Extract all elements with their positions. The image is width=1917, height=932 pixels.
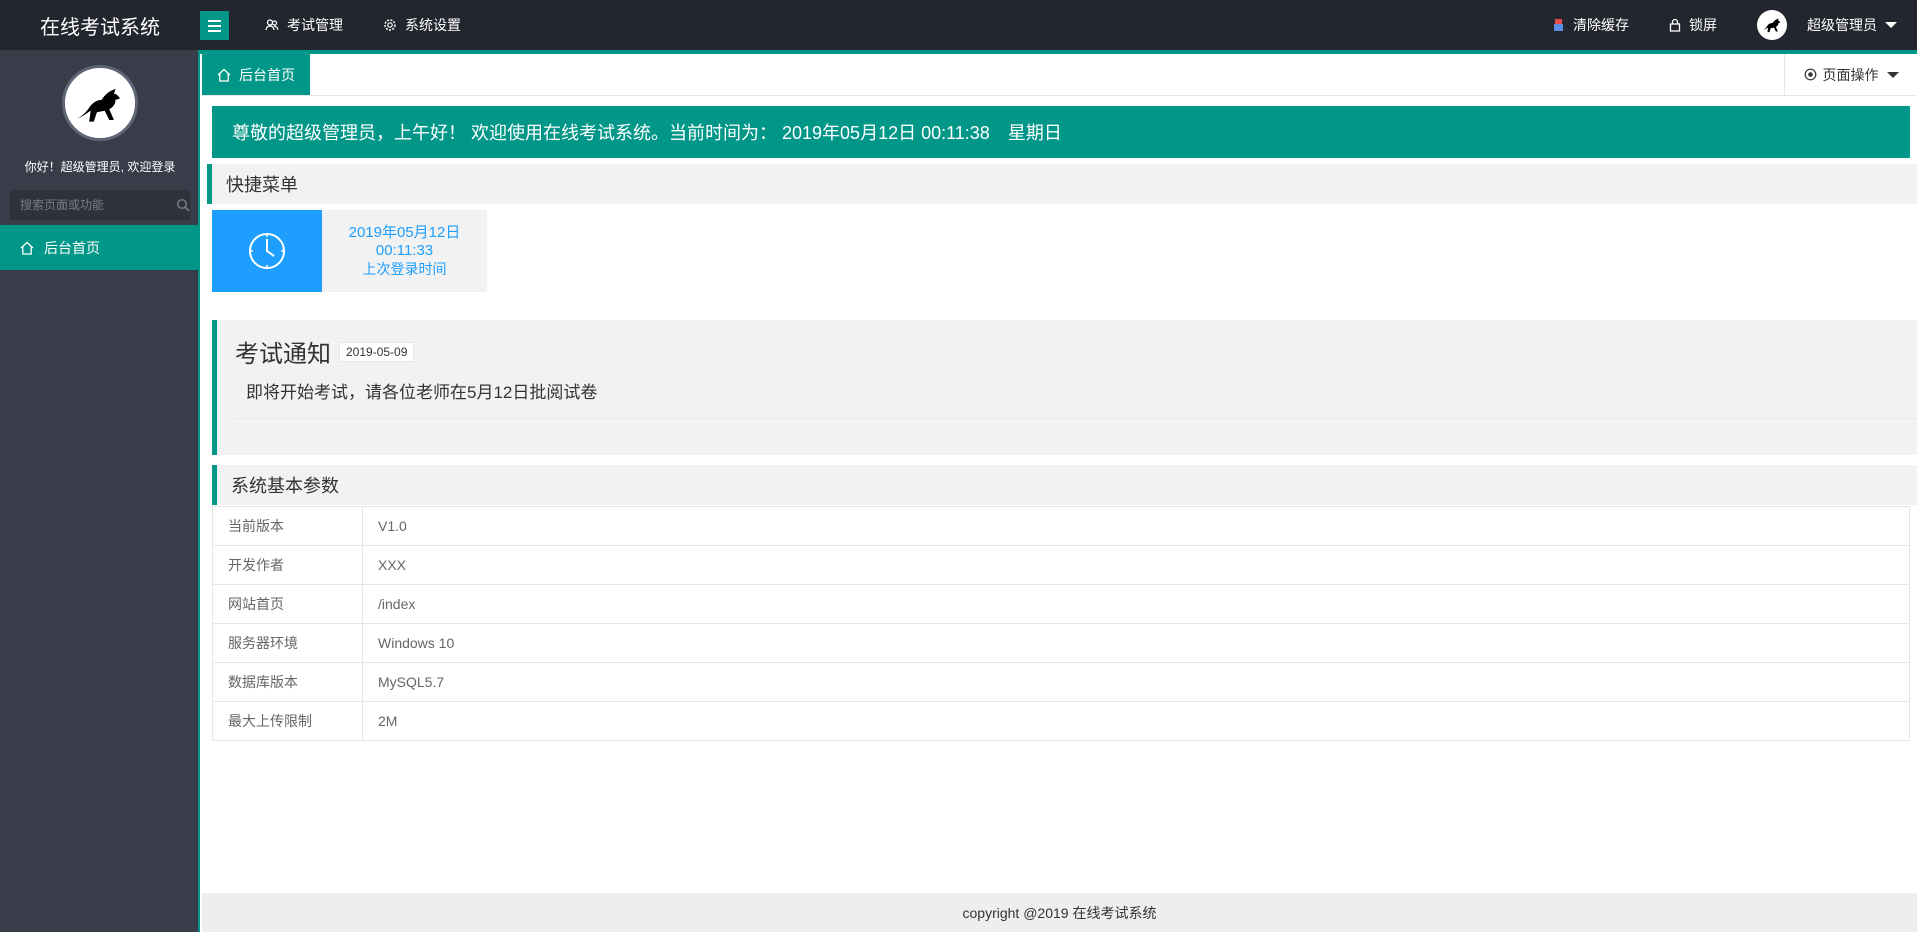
page-operations-dropdown[interactable]: 页面操作 <box>1784 54 1917 95</box>
notice-divider <box>235 418 1917 419</box>
table-row: 当前版本 V1.0 <box>212 506 1910 546</box>
param-key: 数据库版本 <box>212 662 363 702</box>
horse-avatar-icon <box>1762 18 1781 33</box>
notice-heading: 考试通知 2019-05-09 <box>235 334 415 369</box>
users-icon <box>265 19 279 31</box>
topnav-system-settings[interactable]: 系统设置 <box>383 15 461 35</box>
param-value: MySQL5.7 <box>362 662 1910 702</box>
param-value: 2M <box>362 701 1910 741</box>
exam-notice: 考试通知 2019-05-09 即将开始考试，请各位老师在5月12日批阅试卷 <box>212 320 1917 455</box>
lock-screen-button[interactable]: 锁屏 <box>1669 15 1717 35</box>
quick-menu-title: 快捷菜单 <box>207 164 1917 204</box>
last-login-label: 上次登录时间 <box>362 260 447 277</box>
clock-icon <box>249 233 285 269</box>
sidebar-avatar[interactable] <box>62 65 138 141</box>
last-login-time: 00:11:33 <box>375 241 434 259</box>
user-avatar <box>1757 10 1787 40</box>
last-login-date: 2019年05月12日 <box>348 223 461 241</box>
topnav-exam-management-label: 考试管理 <box>287 17 343 33</box>
menu-toggle-button[interactable] <box>200 11 229 40</box>
param-value: V1.0 <box>362 506 1910 546</box>
broom-icon <box>1554 19 1563 31</box>
table-row: 开发作者 XXX <box>212 545 1910 585</box>
chevron-down-icon <box>1886 71 1899 78</box>
param-key: 最大上传限制 <box>212 701 363 741</box>
system-params-title: 系统基本参数 <box>212 465 1917 505</box>
tab-bar: 后台首页 页面操作 <box>202 54 1917 96</box>
user-name: 超级管理员 <box>1807 17 1877 33</box>
tab-home-label: 后台首页 <box>239 66 295 83</box>
param-value: XXX <box>362 545 1910 585</box>
app-logo-title: 在线考试系统 <box>40 16 160 39</box>
clear-cache-label: 清除缓存 <box>1573 17 1629 33</box>
lock-icon <box>1669 18 1681 32</box>
sidebar: 你好！超级管理员, 欢迎登录 后台首页 <box>0 50 200 932</box>
target-icon <box>1804 68 1816 81</box>
param-key: 开发作者 <box>212 545 363 585</box>
header-right-tools: 清除缓存 锁屏 超级管理员 <box>1552 0 1917 50</box>
table-row: 网站首页/index <box>212 584 1910 624</box>
page-operations-label: 页面操作 <box>1822 66 1879 83</box>
topnav-system-settings-label: 系统设置 <box>405 17 461 33</box>
hamburger-icon <box>208 19 221 22</box>
sidebar-search-input[interactable] <box>10 190 175 220</box>
tab-home[interactable]: 后台首页 <box>202 54 310 95</box>
welcome-banner: 尊敬的超级管理员，上午好！ 欢迎使用在线考试系统。当前时间为： 2019年05月… <box>212 106 1910 158</box>
lock-screen-label: 锁屏 <box>1689 17 1717 33</box>
footer-copyright: copyright @2019 在线考试系统 <box>202 893 1917 932</box>
param-key: 网站首页 <box>212 584 363 624</box>
chevron-down-icon <box>1885 22 1897 28</box>
notice-title: 考试通知 <box>235 341 331 368</box>
gear-icon <box>384 19 396 31</box>
horse-logo-icon <box>76 89 121 122</box>
topnav-exam-management[interactable]: 考试管理 <box>265 15 343 35</box>
param-value: Windows 10 <box>362 623 1910 663</box>
system-params-table: 当前版本 V1.0 开发作者 XXX 网站首页/index 服务器环境 Windows… <box>212 506 1910 741</box>
table-row: 服务器环境 Windows 10 <box>212 623 1910 663</box>
notice-date-badge: 2019-05-09 <box>339 341 415 362</box>
param-value: /index <box>362 584 1910 624</box>
home-icon <box>20 241 34 255</box>
clear-cache-button[interactable]: 清除缓存 <box>1552 15 1629 35</box>
table-row: 最大上传限制 2M <box>212 701 1910 741</box>
sidebar-item-home-label: 后台首页 <box>44 239 100 256</box>
table-row: 数据库版本 MySQL5.7 <box>212 662 1910 702</box>
last-login-info: 2019年05月12日 00:11:33 上次登录时间 <box>322 210 487 291</box>
param-key: 服务器环境 <box>212 623 363 663</box>
top-nav: 考试管理 系统设置 <box>265 0 501 50</box>
last-login-card[interactable]: 2019年05月12日 00:11:33 上次登录时间 <box>212 210 487 292</box>
home-icon <box>217 68 231 82</box>
sidebar-item-home[interactable]: 后台首页 <box>0 225 198 270</box>
param-key: 当前版本 <box>212 506 363 546</box>
search-icon[interactable] <box>175 198 190 212</box>
clock-icon-box <box>212 210 322 292</box>
notice-body: 即将开始考试，请各位老师在5月12日批阅试卷 <box>246 383 598 402</box>
sidebar-welcome-text: 你好！超级管理员, 欢迎登录 <box>24 160 176 174</box>
user-menu[interactable]: 超级管理员 <box>1757 10 1897 40</box>
sidebar-search <box>10 190 190 220</box>
